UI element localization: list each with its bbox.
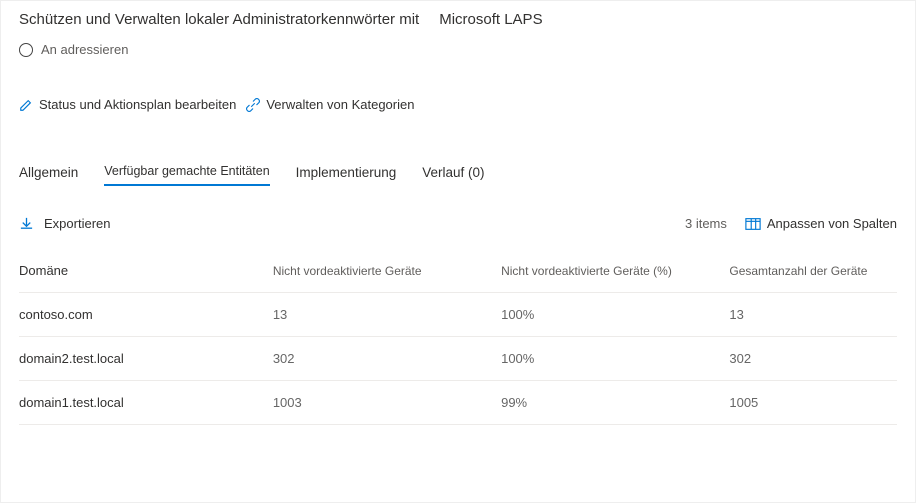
cell-not-activated: 13: [265, 293, 493, 337]
cell-not-activated-pct: 99%: [493, 381, 721, 425]
cell-not-activated: 1003: [265, 381, 493, 425]
cell-not-activated-pct: 100%: [493, 293, 721, 337]
col-header-not-activated-pct[interactable]: Nicht vordeaktivierte Geräte (%): [493, 253, 721, 293]
cell-domain: contoso.com: [19, 293, 265, 337]
col-header-not-activated[interactable]: Nicht vordeaktivierte Geräte: [265, 253, 493, 293]
table-row[interactable]: domain1.test.local 1003 99% 1005: [19, 381, 897, 425]
cell-domain: domain2.test.local: [19, 337, 265, 381]
cell-not-activated: 302: [265, 337, 493, 381]
cell-domain: domain1.test.local: [19, 381, 265, 425]
tabs: Allgemein Verfügbar gemachte Entitäten I…: [19, 164, 897, 186]
tab-history[interactable]: Verlauf (0): [422, 165, 484, 186]
edit-icon: [19, 98, 33, 112]
tab-implementation[interactable]: Implementierung: [296, 165, 397, 186]
manage-categories-action[interactable]: Verwalten von Kategorien: [266, 97, 414, 112]
export-icon: [19, 216, 34, 231]
address-label: An adressieren: [41, 42, 128, 57]
col-header-total[interactable]: Gesamtanzahl der Geräte: [721, 253, 897, 293]
table-row[interactable]: domain2.test.local 302 100% 302: [19, 337, 897, 381]
export-button[interactable]: Exportieren: [44, 216, 110, 231]
cell-not-activated-pct: 100%: [493, 337, 721, 381]
columns-icon: [745, 217, 761, 231]
col-header-domain[interactable]: Domäne: [19, 253, 265, 293]
cell-total: 13: [721, 293, 897, 337]
table-row[interactable]: contoso.com 13 100% 13: [19, 293, 897, 337]
cell-total: 302: [721, 337, 897, 381]
page-title-product: Microsoft LAPS: [439, 11, 542, 28]
edit-status-action[interactable]: Status und Aktionsplan bearbeiten: [39, 97, 236, 112]
circle-icon: [19, 43, 33, 57]
address-row[interactable]: An adressieren: [19, 42, 897, 57]
link-icon: [246, 98, 260, 112]
tab-general[interactable]: Allgemein: [19, 165, 78, 186]
domain-table: Domäne Nicht vordeaktivierte Geräte Nich…: [19, 253, 897, 425]
cell-total: 1005: [721, 381, 897, 425]
item-count: 3 items: [685, 216, 727, 231]
customize-columns-button[interactable]: Anpassen von Spalten: [767, 216, 897, 231]
tab-exposed-entities[interactable]: Verfügbar gemachte Entitäten: [104, 164, 269, 186]
page-title-prefix: Schützen und Verwalten lokaler Administr…: [19, 11, 419, 28]
